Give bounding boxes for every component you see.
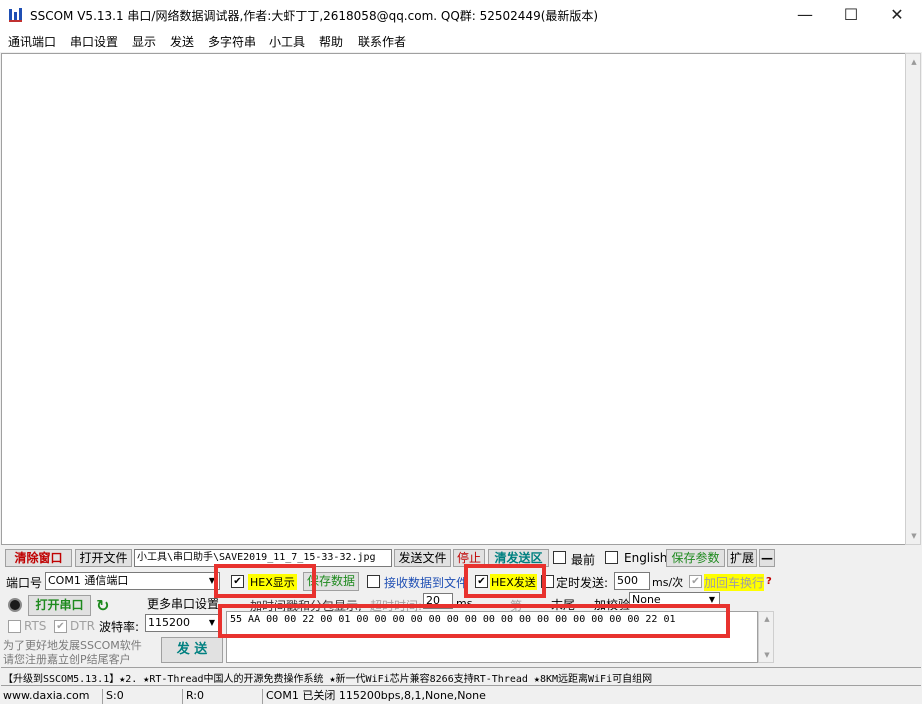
refresh-icon[interactable]: ↻ (96, 596, 109, 615)
send-button[interactable]: 发 送 (161, 637, 223, 663)
title-bar: SSCOM V5.13.1 串口/网络数据调试器,作者:大虾丁丁,2618058… (0, 0, 922, 30)
timed-send-label: 定时发送: (556, 576, 609, 590)
menu-send[interactable]: 发送 (170, 33, 194, 50)
baud-value: 115200 (148, 616, 190, 629)
rts-label: RTS (24, 619, 47, 633)
english-checkbox[interactable] (605, 551, 618, 564)
sscom-app-icon (9, 8, 22, 22)
promo-line-2[interactable]: 请您注册嘉立创P结尾客户 (3, 651, 131, 667)
status-port-info: COM1 已关闭 115200bps,8,1,None,None (262, 689, 922, 704)
topmost-checkbox[interactable] (553, 551, 566, 564)
interval-input[interactable]: 500 (614, 572, 650, 590)
close-button[interactable]: ✕ (874, 0, 920, 30)
send-scrollbar[interactable]: ▲ ▼ (758, 611, 774, 663)
send-data-highlight (218, 604, 730, 638)
rts-checkbox[interactable] (8, 620, 21, 633)
more-settings-label[interactable]: 更多串口设置 (147, 595, 219, 612)
hex-display-highlight (214, 564, 316, 598)
hex-send-highlight (464, 564, 546, 598)
scroll-down-icon[interactable]: ▼ (759, 648, 775, 662)
dtr-checkbox[interactable]: ✔ (54, 620, 67, 633)
baud-select[interactable]: 115200 ▼ (145, 614, 220, 632)
receive-text-area[interactable] (1, 53, 905, 545)
add-crlf-label: 加回车换行 (704, 574, 765, 591)
news-ticker[interactable]: 【升级到SSCOM5.13.1】★2. ★RT-Thread中国人的开源免费操作… (1, 667, 921, 686)
maximize-button[interactable]: ☐ (828, 0, 874, 30)
send-file-button[interactable]: 发送文件 (394, 549, 451, 567)
window-title: SSCOM V5.13.1 串口/网络数据调试器,作者:大虾丁丁,2618058… (30, 9, 599, 23)
add-crlf-checkbox[interactable]: ✔ (689, 575, 702, 588)
menu-multi-string[interactable]: 多字符串 (208, 33, 256, 50)
minimize-button[interactable]: — (782, 0, 828, 30)
menu-comm-port[interactable]: 通讯端口 (8, 33, 56, 50)
receive-scrollbar[interactable]: ▲ ▼ (905, 53, 921, 545)
clear-window-button[interactable]: 清除窗口 (5, 549, 72, 567)
recv-to-file-checkbox[interactable] (367, 575, 380, 588)
port-status-led-icon (8, 598, 22, 612)
port-select[interactable]: COM1 通信端口 ▼ (45, 572, 220, 590)
status-site[interactable]: www.daxia.com (0, 689, 100, 704)
open-file-button[interactable]: 打开文件 (75, 549, 132, 567)
ticker-text: 【升级到SSCOM5.13.1】★2. ★RT-Thread中国人的开源免费操作… (3, 674, 653, 685)
scroll-up-icon[interactable]: ▲ (906, 54, 922, 70)
help-question-icon[interactable]: ? (766, 576, 772, 587)
status-sent-count: S:0 (102, 689, 180, 704)
save-params-button[interactable]: 保存参数 (666, 549, 725, 567)
menu-help[interactable]: 帮助 (319, 33, 343, 50)
scroll-up-icon[interactable]: ▲ (759, 612, 775, 626)
menu-port-settings[interactable]: 串口设置 (70, 33, 118, 50)
menu-display[interactable]: 显示 (132, 33, 156, 50)
status-bar: www.daxia.com S:0 R:0 COM1 已关闭 115200bps… (0, 688, 922, 704)
recv-to-file-label: 接收数据到文件 (384, 576, 469, 590)
menu-bar: 通讯端口 串口设置 显示 发送 多字符串 小工具 帮助 联系作者 (0, 30, 922, 52)
port-label: 端口号 (6, 576, 43, 590)
topmost-label: 最前 (571, 553, 596, 567)
menu-contact-author[interactable]: 联系作者 (358, 33, 406, 50)
open-port-button[interactable]: 打开串口 (28, 595, 91, 616)
dtr-label: DTR (70, 619, 95, 633)
menu-tools[interactable]: 小工具 (269, 33, 305, 50)
port-value: COM1 通信端口 (48, 574, 129, 587)
scroll-down-icon[interactable]: ▼ (906, 528, 922, 544)
chevron-down-icon[interactable]: ▼ (205, 615, 219, 631)
interval-unit: ms/次 (652, 576, 684, 589)
status-received-count: R:0 (182, 689, 260, 704)
english-label: English (624, 551, 668, 565)
collapse-button[interactable]: — (759, 549, 775, 567)
baud-label: 波特率: (99, 620, 140, 634)
expand-button[interactable]: 扩展 (727, 549, 757, 567)
